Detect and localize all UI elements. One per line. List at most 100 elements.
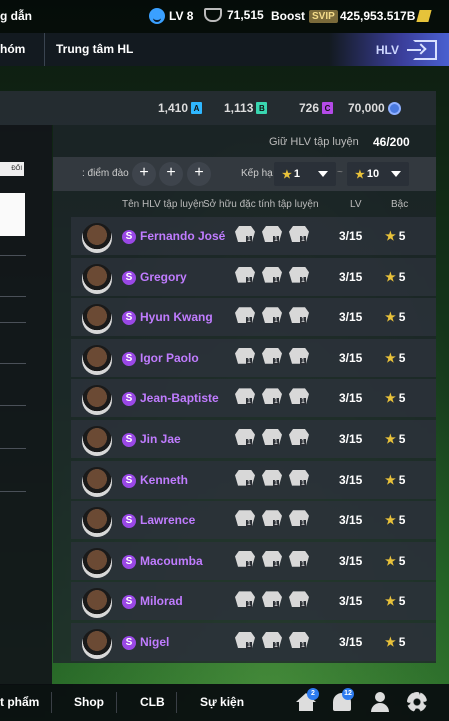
add-filter-button-3[interactable]: +	[187, 162, 211, 186]
star-icon: ★	[385, 432, 396, 446]
nav-row: hóm Trung tâm HL HLV	[0, 33, 449, 66]
coach-level: 3/15	[339, 350, 363, 365]
coach-rank-value: 5	[398, 472, 406, 487]
currency-c: 726 C	[299, 101, 334, 115]
bottom-item-events[interactable]: Sự kiện	[200, 695, 244, 709]
star-icon: ★	[385, 472, 396, 487]
home-badge: 2	[307, 688, 319, 700]
trait-icon: 1	[234, 387, 257, 409]
coach-level: 3/15	[339, 594, 363, 609]
avatar	[82, 223, 112, 253]
trait-icon: 1	[288, 590, 311, 612]
coach-row[interactable]: S Jin Jae 1 1 1 3/15 ★ 5	[71, 420, 436, 458]
coach-row[interactable]: S Igor Paolo 1 1 1 3/15 ★ 5	[71, 338, 436, 377]
trait-level: 1	[300, 560, 306, 568]
trait-shape	[289, 591, 309, 608]
coach-row[interactable]: S Macoumba 1 1 1 3/15 ★ 5	[71, 541, 436, 580]
keep-value: 46/200	[373, 135, 410, 149]
coach-name: Milorad	[140, 594, 183, 609]
trait-shape	[289, 632, 309, 648]
min-rank-select[interactable]: ★ 1	[274, 162, 336, 186]
trait-group: 1 1 1	[234, 347, 311, 369]
bp-value[interactable]: 425,953.517B	[340, 9, 433, 23]
add-filter-button-1[interactable]: +	[132, 162, 156, 186]
left-divider	[0, 448, 26, 449]
trait-shape	[235, 388, 255, 405]
trait-group: 1 1 1	[234, 631, 311, 653]
tab-training-center[interactable]: Trung tâm HL	[56, 42, 133, 56]
grade-badge: S	[122, 433, 136, 447]
star-icon: ★	[385, 635, 396, 649]
trait-shape	[235, 550, 255, 567]
trait-icon: 1	[288, 266, 311, 288]
trait-shape	[262, 510, 282, 527]
max-rank-select[interactable]: ★ 10	[347, 162, 409, 186]
bottom-item-club[interactable]: CLB	[140, 695, 165, 709]
trait-shape	[289, 510, 309, 527]
coach-name: Hyun Kwang	[140, 310, 213, 325]
coach-level: 3/15	[339, 310, 363, 325]
chevron-down-icon	[318, 171, 328, 177]
trait-level: 1	[273, 276, 279, 284]
tab-left[interactable]: hóm	[0, 42, 25, 56]
bottom-item-shop[interactable]: Shop	[74, 695, 104, 709]
coach-row[interactable]: S Hyun Kwang 1 1 1 3/15 ★ 5	[71, 298, 436, 337]
star-icon: ★	[385, 391, 396, 406]
coach-row[interactable]: S Lawrence 1 1 1 3/15 ★ 5	[71, 501, 436, 540]
trait-icon: 1	[234, 428, 257, 450]
trait-icon: 1	[288, 509, 311, 531]
smile-icon	[149, 8, 165, 24]
currency-a-value: 1,410	[158, 101, 189, 115]
trait-icon: 1	[288, 225, 311, 247]
trait-icon: 1	[234, 266, 257, 288]
trait-icon: 1	[288, 306, 311, 328]
star-icon: ★	[385, 594, 396, 609]
bp-icon	[416, 10, 433, 22]
coach-row[interactable]: S Gregory 1 1 1 3/15 ★ 5	[71, 257, 436, 296]
trait-level: 1	[246, 642, 252, 649]
trait-icon: 1	[261, 387, 284, 409]
hlv-exit-button[interactable]: HLV	[329, 33, 449, 66]
level-indicator[interactable]: LV 8	[149, 8, 193, 24]
bottom-item-products[interactable]: t phẩm	[0, 695, 39, 709]
coach-name: Jean-Baptiste	[140, 391, 219, 406]
coach-row[interactable]: S Nigel 1 1 1 3/15 ★ 5	[71, 623, 436, 661]
trait-level: 1	[300, 439, 306, 446]
trait-level: 1	[300, 236, 306, 243]
trait-shape	[235, 469, 255, 486]
left-input-box[interactable]	[0, 193, 25, 236]
left-divider	[0, 255, 26, 256]
trait-shape	[235, 266, 255, 283]
keep-label: Giữ HLV tập luyện	[269, 136, 359, 148]
grade-badge: S	[122, 636, 136, 650]
coach-row[interactable]: S Kenneth 1 1 1 3/15 ★ 5	[71, 460, 436, 499]
trait-level: 1	[273, 642, 279, 649]
trait-icon: 1	[261, 266, 284, 288]
boost-indicator[interactable]: Boost SVIP	[271, 9, 338, 23]
trait-shape	[262, 347, 282, 364]
trait-shape	[262, 632, 282, 648]
trait-shape	[262, 388, 282, 405]
fc-coins[interactable]: 71,515	[204, 8, 264, 22]
gear-icon[interactable]	[407, 692, 427, 712]
coach-row[interactable]: S Fernando José 1 1 1 3/15 ★ 5	[71, 217, 436, 255]
coach-rank-value: 5	[398, 391, 406, 406]
add-filter-button-2[interactable]: +	[159, 162, 183, 186]
coach-row[interactable]: S Jean-Baptiste 1 1 1 3/15 ★ 5	[71, 379, 436, 418]
star-icon: ★	[385, 553, 396, 568]
coach-row[interactable]: S Milorad 1 1 1 3/15 ★ 5	[71, 582, 436, 621]
trait-shape	[235, 429, 255, 445]
trait-level: 1	[246, 479, 252, 487]
trait-group: 1 1 1	[234, 469, 311, 491]
trait-shape	[262, 591, 282, 608]
trait-level: 1	[300, 479, 306, 487]
left-tag[interactable]: ĐỔI	[0, 162, 24, 176]
trait-icon: 1	[261, 631, 284, 653]
trait-shape	[235, 510, 255, 527]
coach-level: 3/15	[339, 269, 363, 284]
trait-level: 1	[246, 398, 252, 406]
user-icon[interactable]	[371, 692, 389, 712]
col-traits: Sở hữu đặc tính tập luyện	[203, 199, 319, 210]
col-bac: Bậc	[391, 199, 409, 210]
coach-name: Fernando José	[140, 229, 226, 243]
